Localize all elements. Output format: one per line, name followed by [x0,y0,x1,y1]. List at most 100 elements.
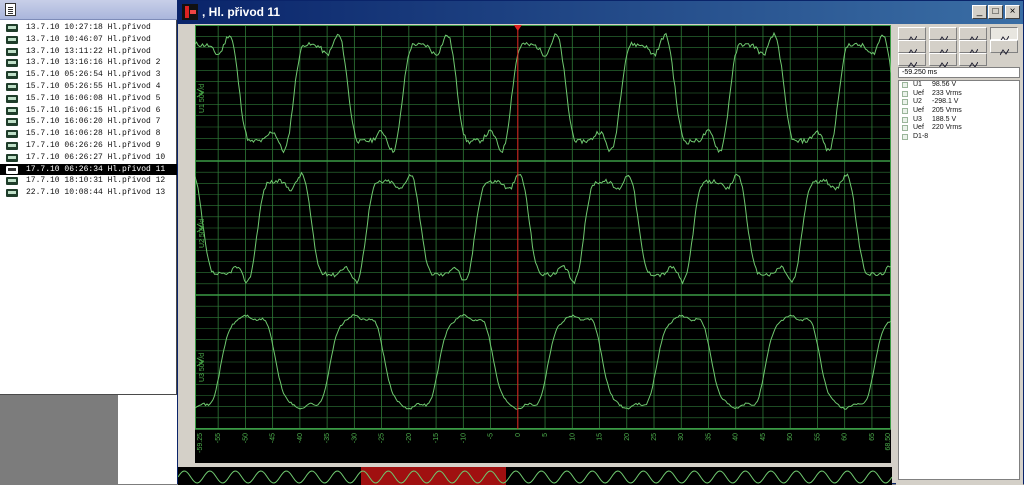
legend-value: 205 Vrms [932,107,962,115]
legend-name: Uef [913,89,924,97]
record-item[interactable]: 17.7.10 18:10:31 Hl.přivod 12 [0,175,177,187]
record-label: 15.7.10 16:06:15 Hl.přivod 6 [26,105,161,115]
background-panel [118,395,177,484]
legend-swatch[interactable] [902,99,908,106]
filter-icon [968,56,979,69]
fx-button[interactable] [989,40,1018,56]
x-tick-label: -55 [215,433,222,443]
maximize-button[interactable]: □ [988,5,1003,19]
record-item[interactable]: 15.7.10 16:06:15 Hl.přivod 6 [0,105,177,117]
legend-entry[interactable]: D1-8 [899,133,1019,142]
legend-value: 233 Vrms [932,89,962,97]
marker-button[interactable] [898,53,926,69]
x-tick-label: -15 [433,433,440,443]
x-tick-label: 55 [814,433,821,441]
marker-icon [907,56,918,69]
record-item[interactable]: 15.7.10 05:26:55 Hl.přivod 4 [0,81,177,93]
legend-entry[interactable]: Uef 205 Vrms [899,107,1019,116]
record-list-window: 13.7.10 10:27:18 Hl.přivod 13.7.10 10:46:… [0,0,177,395]
legend-value: 220 Vrms [932,124,962,132]
wave-icon [907,30,918,43]
record-label: 13.7.10 10:27:18 Hl.přivod [26,23,151,32]
cursor-c-button[interactable] [959,40,987,56]
record-label: 15.7.10 16:06:28 Hl.přivod 8 [26,129,161,139]
minimize-button[interactable]: _ [972,5,987,19]
x-tick-label: -35 [324,433,331,443]
legend-swatch[interactable] [902,82,908,88]
legend-entry[interactable]: U2 -298.1 V [899,98,1019,107]
x-tick-label: -50 [242,433,249,443]
close-button[interactable]: × [1005,5,1020,19]
record-label: 13.7.10 13:16:16 Hl.přivod 2 [26,58,161,68]
record-item[interactable]: 13.7.10 10:46:07 Hl.přivod [0,34,177,46]
x-tick-label: 5 [542,433,549,437]
record-label: 15.7.10 05:26:55 Hl.přivod 4 [26,81,161,91]
hourglass-button[interactable] [928,53,957,69]
x-tick-label: 15 [597,433,604,441]
record-item[interactable]: 13.7.10 13:11:22 Hl.přivod [0,46,177,58]
x-tick-label: 45 [760,433,767,441]
x-tick-label: -30 [351,433,358,443]
legend-entry[interactable]: Uef 233 Vrms [899,90,1019,99]
legend-swatch[interactable] [902,125,908,132]
record-label: 17.7.10 06:26:34 Hl.přivod 11 [26,164,166,174]
record-icon [6,94,18,103]
channel-label: U2 50V/d [199,219,206,248]
x-tick-label: -5 [488,433,495,439]
record-item[interactable]: 13.7.10 13:16:16 Hl.přivod 2 [0,57,177,69]
table-icon [968,30,979,43]
cursor-a-button[interactable] [898,40,926,56]
x-tick-label: 0 [515,433,522,437]
record-item[interactable]: 15.7.10 16:06:20 Hl.přivod 7 [0,116,177,128]
record-item[interactable]: 17.7.10 06:26:27 Hl.přivod 10 [0,152,177,164]
record-label: 17.7.10 06:26:27 Hl.přivod 10 [26,152,166,162]
legend-swatch[interactable] [902,108,908,115]
filter-button[interactable] [959,53,987,69]
scope-titlebar[interactable]: , Hl. přivod 11 _ □ × [178,1,1023,24]
legend-swatch[interactable] [902,134,908,141]
record-item[interactable]: 15.7.10 16:06:28 Hl.přivod 8 [0,128,177,140]
fx-icon [999,43,1009,56]
record-icon [6,141,18,150]
legend-name: U1 [913,81,922,88]
legend-entry[interactable]: U3 188.5 V [899,116,1019,125]
app-logo-icon[interactable] [182,4,198,20]
cursor-b-button[interactable] [928,40,957,56]
oscilloscope-plot[interactable]: U1 50V/dU2 50V/dU3 50V/d-59.25 -55 -50 -45-… [195,25,891,463]
record-item[interactable]: 13.7.10 10:27:18 Hl.přivod [0,22,177,34]
record-label: 15.7.10 16:06:08 Hl.přivod 5 [26,93,161,103]
overview-strip[interactable] [178,467,892,485]
chart-button[interactable] [989,27,1018,43]
record-icon [6,118,18,127]
record-item[interactable]: 15.7.10 05:26:54 Hl.přivod 3 [0,69,177,81]
legend-swatch[interactable] [902,90,908,97]
chart-icon [999,30,1009,43]
record-item[interactable]: 17.7.10 06:26:34 Hl.přivod 11 [0,163,177,176]
cursor-b-icon [938,43,948,56]
record-icon [6,153,18,162]
record-list-titlebar[interactable] [0,0,177,20]
overview-trace [178,470,892,484]
legend-swatch[interactable] [902,116,908,123]
x-tick-label: 40 [733,433,740,441]
x-tick-label: -45 [270,433,277,443]
legend-entry[interactable]: U1 98.56 V [899,81,1019,90]
record-item[interactable]: 17.7.10 06:26:26 Hl.přivod 9 [0,140,177,152]
x-tick-label: -10 [460,433,467,443]
window-title: , Hl. přivod 11 [202,5,281,19]
document-icon[interactable] [5,3,16,16]
record-icon [6,82,18,91]
x-tick-label: -59.25 [197,433,204,453]
x-tick-label: 20 [624,433,631,441]
x-tick-label: 50 [787,433,794,441]
x-tick-label: 25 [651,433,658,441]
table-button[interactable] [959,27,987,43]
record-item[interactable]: 15.7.10 16:06:08 Hl.přivod 5 [0,93,177,105]
x-tick-label: -40 [297,433,304,443]
wave-button[interactable] [898,27,926,43]
channel-label: U3 50V/d [199,353,206,382]
record-item[interactable]: 22.7.10 10:08:44 Hl.přivod 13 [0,187,177,199]
eye-button[interactable] [928,27,957,43]
legend-entry[interactable]: Uef 220 Vrms [899,124,1019,133]
record-icon [6,24,18,32]
